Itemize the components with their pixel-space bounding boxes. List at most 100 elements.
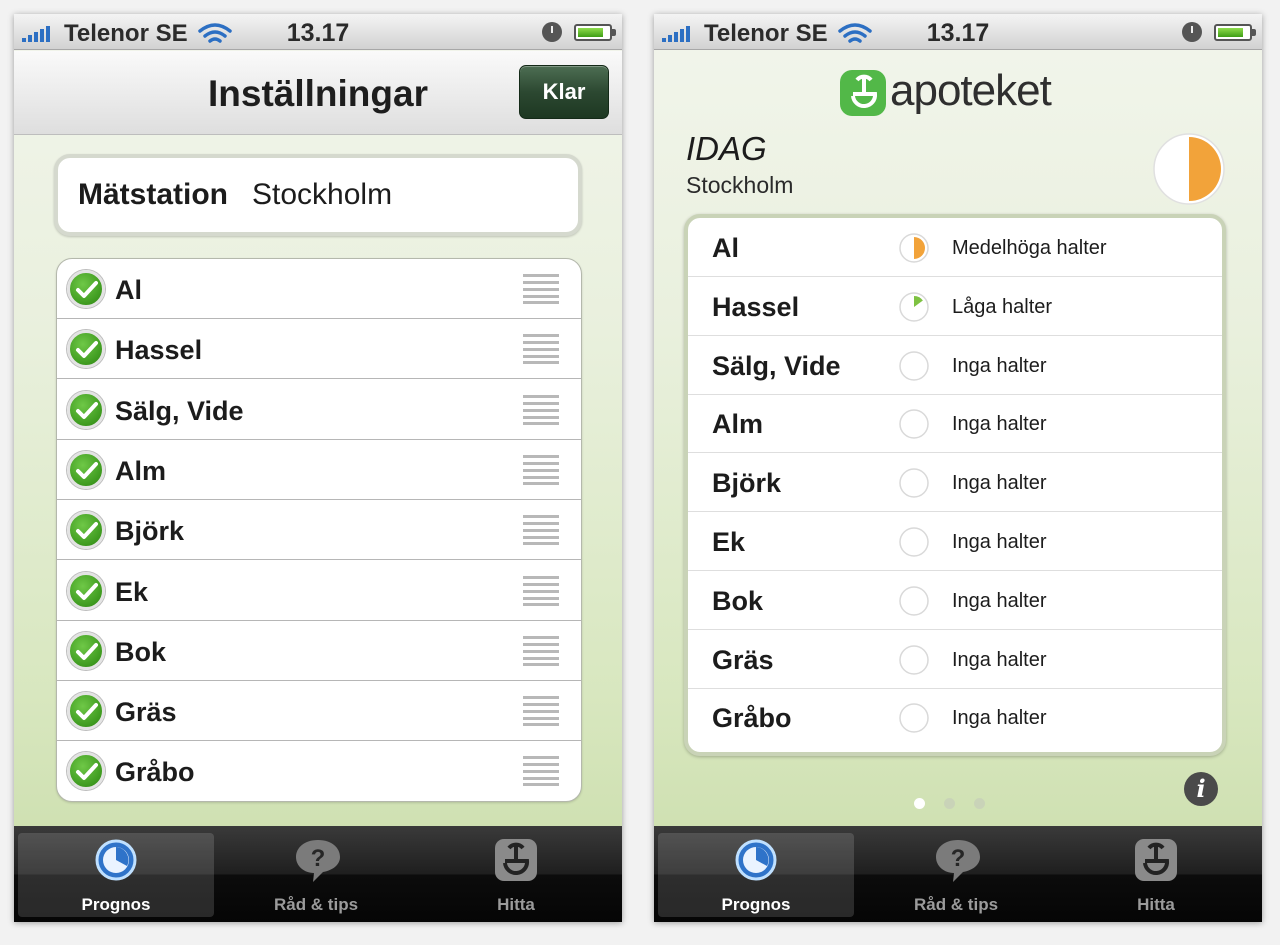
tab-label: Prognos (721, 895, 791, 914)
pollen-name: Hassel (712, 291, 800, 322)
pollen-setting-row[interactable]: Gråbo (57, 741, 581, 801)
pollen-level-indicator (899, 292, 929, 322)
pollen-forecast-row[interactable]: Gråbo Inga halter (688, 688, 1222, 747)
status-time: 13.17 (926, 19, 990, 47)
tab-prognos[interactable]: Prognos (658, 833, 854, 917)
pollen-forecast-row[interactable]: Björk Inga halter (688, 453, 1222, 513)
status-bar: Telenor SE 13.17 (14, 14, 622, 50)
tab-prognos[interactable]: Prognos (18, 833, 214, 917)
clock-pie-icon (733, 837, 779, 883)
pollen-level-text: Inga halter (952, 531, 1047, 553)
tab-hitta[interactable]: Hitta (1058, 833, 1254, 917)
pollen-setting-label: Björk (115, 516, 185, 547)
reorder-handle-icon[interactable] (523, 334, 559, 365)
pollen-level-text: Inga halter (952, 589, 1047, 612)
pollen-setting-label: Bok (115, 636, 167, 667)
pollen-forecast-row[interactable]: Hassel Låga halter (688, 277, 1222, 336)
orientation-lock-icon (542, 22, 562, 42)
checkmark-icon[interactable] (67, 270, 105, 308)
navigation-bar: Inställningar Klar (14, 51, 622, 135)
pollen-name: Bok (712, 585, 764, 616)
pollen-setting-label: Alm (115, 455, 167, 486)
svg-text:?: ? (311, 845, 326, 872)
pollen-name: Gräs (712, 644, 774, 675)
pollen-name: Alm (712, 409, 764, 440)
checkmark-icon[interactable] (67, 390, 105, 429)
pollen-forecast-row[interactable]: Ek Inga halter (688, 512, 1222, 571)
checkmark-icon[interactable] (67, 450, 105, 489)
reorder-handle-icon[interactable] (523, 274, 559, 304)
pollen-level-text: Inga halter (952, 413, 1047, 436)
clock-pie-icon (93, 837, 139, 883)
tab-hitta[interactable]: Hitta (418, 833, 614, 917)
pollen-level-indicator (899, 644, 929, 675)
reorder-handle-icon[interactable] (523, 394, 559, 425)
forecast-screen: Telenor SE 13.17 apoteket IDAG Stockholm… (654, 14, 1262, 922)
apoteket-logo-icon (1133, 837, 1179, 883)
pollen-setting-row[interactable]: Bok (57, 621, 581, 681)
checkmark-icon[interactable] (67, 752, 105, 791)
logo-text: apoteket (890, 66, 1052, 115)
tab-label: Hitta (1137, 895, 1175, 914)
pollen-name: Sälg, Vide (712, 350, 841, 381)
day-label: IDAG (686, 130, 767, 167)
reorder-handle-icon[interactable] (523, 635, 559, 666)
pollen-level-text: Låga halter (952, 295, 1053, 318)
overall-level-indicator (1153, 133, 1225, 205)
pollen-setting-row[interactable]: Alm (57, 440, 581, 500)
done-button[interactable]: Klar (519, 65, 609, 119)
pollen-level-text: Inga halter (952, 707, 1047, 730)
pollen-level-text: Inga halter (952, 472, 1047, 495)
reorder-handle-icon[interactable] (523, 756, 559, 787)
pollen-setting-label: Gräs (115, 697, 177, 728)
pollen-level-text: Medelhöga halter (952, 237, 1107, 259)
pollen-setting-row[interactable]: Björk (57, 500, 581, 561)
pollen-level-text: Inga halter (952, 648, 1047, 671)
pollen-setting-row[interactable]: Hassel (57, 319, 581, 380)
pollen-name: Gråbo (712, 703, 792, 734)
pollen-setting-label: Al (115, 275, 142, 305)
station-selector[interactable]: Mätstation Stockholm (54, 154, 582, 236)
pollen-level-indicator (899, 586, 929, 616)
tab-råd-tips[interactable]: ? Råd & tips (218, 833, 414, 917)
reorder-handle-icon[interactable] (523, 515, 559, 546)
apoteket-logo-icon (493, 837, 539, 883)
page-dot[interactable] (974, 798, 985, 809)
pollen-level-indicator (899, 409, 929, 440)
pollen-settings-list: Al Hassel Sälg, Vide Alm Björk Ek Bok Gräs Gråbo (56, 258, 582, 802)
pollen-setting-label: Hassel (115, 335, 203, 366)
pollen-setting-row[interactable]: Gräs (57, 681, 581, 742)
pollen-level-indicator (899, 233, 929, 263)
tab-råd-tips[interactable]: ? Råd & tips (858, 833, 1054, 917)
reorder-handle-icon[interactable] (523, 696, 559, 727)
pollen-forecast-row[interactable]: Al Medelhöga halter (688, 218, 1222, 277)
station-value: Stockholm (252, 178, 393, 211)
tab-label: Råd & tips (913, 895, 999, 914)
page-indicator[interactable] (914, 796, 994, 810)
checkmark-icon[interactable] (67, 571, 105, 610)
pollen-setting-label: Sälg, Vide (115, 395, 244, 426)
checkmark-icon[interactable] (67, 692, 105, 731)
page-dot[interactable] (914, 798, 925, 809)
checkmark-icon[interactable] (67, 631, 105, 670)
pollen-forecast-row[interactable]: Sälg, Vide Inga halter (688, 336, 1222, 395)
reorder-handle-icon[interactable] (523, 575, 559, 606)
tab-label: Råd & tips (273, 895, 359, 914)
pollen-forecast-row[interactable]: Gräs Inga halter (688, 630, 1222, 689)
battery-icon (574, 24, 616, 41)
page-dot[interactable] (944, 798, 955, 809)
pollen-forecast-row[interactable]: Bok Inga halter (688, 571, 1222, 630)
status-bar: Telenor SE 13.17 (654, 14, 1262, 50)
pollen-setting-row[interactable]: Ek (57, 561, 581, 621)
checkmark-icon[interactable] (67, 330, 105, 369)
pollen-setting-row[interactable]: Al (57, 259, 581, 319)
battery-icon (1214, 24, 1256, 41)
apoteket-logo-icon (840, 70, 886, 116)
pollen-level-indicator (899, 703, 929, 734)
reorder-handle-icon[interactable] (523, 454, 559, 485)
pollen-setting-row[interactable]: Sälg, Vide (57, 380, 581, 440)
pollen-forecast-list: Al Medelhöga halter Hassel Låga halter Sälg,… (684, 214, 1226, 756)
checkmark-icon[interactable] (67, 511, 105, 550)
info-icon[interactable]: i (1184, 772, 1218, 806)
pollen-forecast-row[interactable]: Alm Inga halter (688, 394, 1222, 454)
